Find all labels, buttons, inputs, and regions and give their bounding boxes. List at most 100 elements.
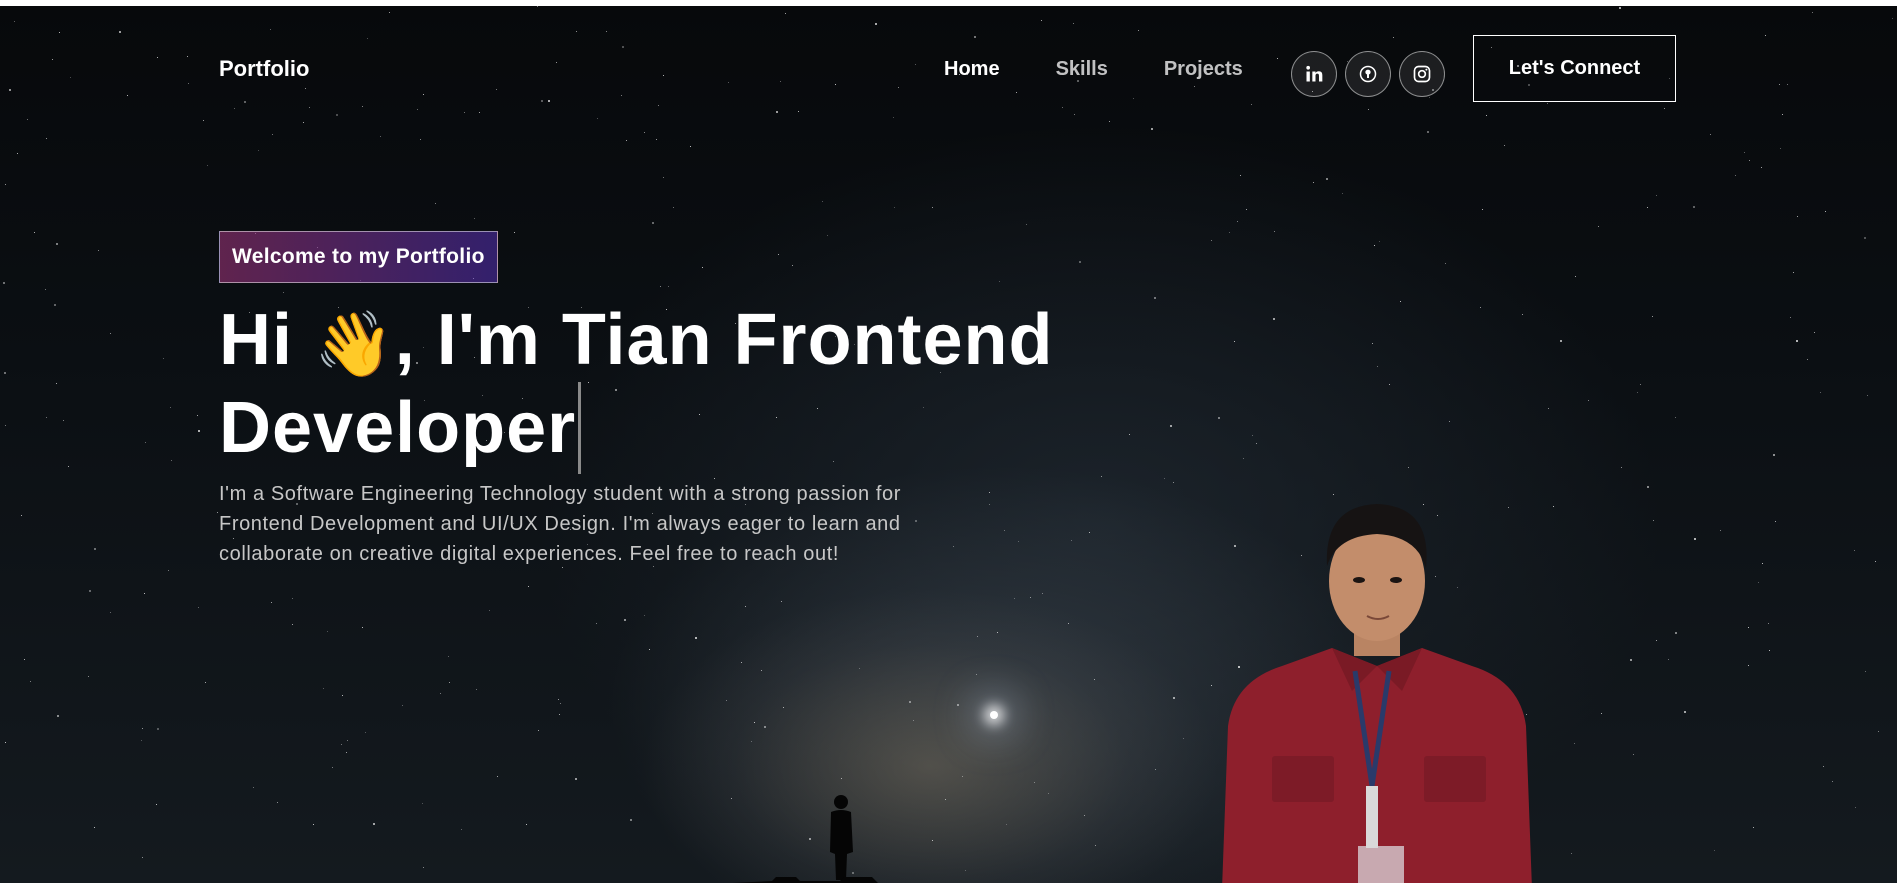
- star: [780, 81, 781, 82]
- star: [188, 83, 189, 84]
- star: [1694, 538, 1696, 540]
- star: [835, 84, 836, 85]
- star: [45, 289, 46, 290]
- star: [3, 282, 5, 284]
- github-link[interactable]: [1345, 51, 1391, 97]
- star: [373, 823, 375, 825]
- star: [1237, 221, 1238, 222]
- star: [163, 358, 164, 359]
- star: [1675, 417, 1676, 418]
- star: [119, 31, 121, 33]
- star: [205, 682, 206, 683]
- star: [776, 111, 778, 113]
- nav-link-skills[interactable]: Skills: [1056, 58, 1108, 81]
- star: [859, 668, 860, 669]
- headline-role: Developer: [219, 388, 577, 468]
- star: [909, 701, 911, 703]
- instagram-link[interactable]: [1399, 51, 1445, 97]
- star: [660, 286, 661, 287]
- nav-link-projects[interactable]: Projects: [1164, 58, 1243, 81]
- star: [141, 740, 142, 741]
- star: [1014, 598, 1015, 599]
- star: [702, 267, 703, 268]
- site-logo[interactable]: Portfolio: [219, 56, 309, 82]
- star: [479, 112, 480, 113]
- star: [283, 292, 284, 293]
- star: [658, 105, 659, 106]
- star: [1252, 435, 1253, 436]
- star: [144, 593, 145, 594]
- star: [1342, 193, 1343, 194]
- star: [476, 689, 477, 690]
- star: [292, 624, 293, 625]
- star: [965, 870, 966, 871]
- star: [5, 425, 6, 426]
- star: [1714, 850, 1715, 851]
- star: [1710, 134, 1711, 135]
- star: [606, 31, 607, 32]
- github-icon: [1359, 65, 1377, 83]
- star: [313, 824, 314, 825]
- star: [1637, 392, 1638, 393]
- star: [98, 250, 99, 251]
- star: [1041, 20, 1042, 21]
- star: [1768, 623, 1769, 624]
- star: [27, 119, 28, 120]
- star: [1633, 754, 1634, 755]
- star: [514, 232, 515, 233]
- star: [1765, 35, 1766, 36]
- star: [5, 742, 6, 743]
- star: [1018, 541, 1019, 542]
- star: [792, 265, 793, 266]
- star: [1647, 486, 1649, 488]
- lets-connect-button[interactable]: Let's Connect: [1473, 35, 1676, 102]
- star: [171, 460, 172, 461]
- star: [464, 112, 465, 113]
- star: [1089, 532, 1090, 533]
- star: [1548, 408, 1549, 409]
- star: [656, 139, 657, 140]
- hero-section: Portfolio Home Skills Projects Let's Con…: [0, 6, 1897, 883]
- star: [690, 146, 691, 147]
- star: [999, 281, 1000, 282]
- nav-link-home[interactable]: Home: [944, 58, 1000, 81]
- star: [1218, 417, 1220, 419]
- star: [323, 688, 324, 689]
- star: [652, 222, 654, 224]
- star: [997, 632, 998, 633]
- headline-name: , I'm Tian Frontend: [394, 300, 1054, 380]
- star: [198, 430, 200, 432]
- star: [1445, 263, 1446, 264]
- star: [63, 420, 64, 421]
- linkedin-link[interactable]: [1291, 51, 1337, 97]
- star: [346, 752, 347, 753]
- star: [1173, 697, 1175, 699]
- star: [1807, 359, 1808, 360]
- star: [17, 153, 18, 154]
- star: [741, 662, 742, 663]
- star: [630, 819, 632, 821]
- star: [1229, 232, 1230, 233]
- star: [14, 21, 15, 22]
- star: [332, 767, 333, 768]
- star: [1151, 128, 1153, 130]
- star: [34, 232, 35, 233]
- star: [673, 207, 674, 208]
- star: [1427, 131, 1429, 133]
- star: [1393, 37, 1394, 38]
- star: [1640, 384, 1641, 385]
- star: [1173, 482, 1174, 483]
- star: [89, 590, 91, 592]
- star: [764, 726, 766, 728]
- star: [54, 304, 56, 306]
- star: [1812, 12, 1813, 13]
- star: [728, 82, 729, 83]
- star: [1761, 167, 1762, 168]
- star: [1790, 317, 1791, 318]
- star: [528, 586, 529, 587]
- star: [1256, 443, 1257, 444]
- star: [1326, 178, 1328, 180]
- star: [497, 776, 498, 777]
- star: [59, 32, 60, 33]
- star: [1042, 593, 1043, 594]
